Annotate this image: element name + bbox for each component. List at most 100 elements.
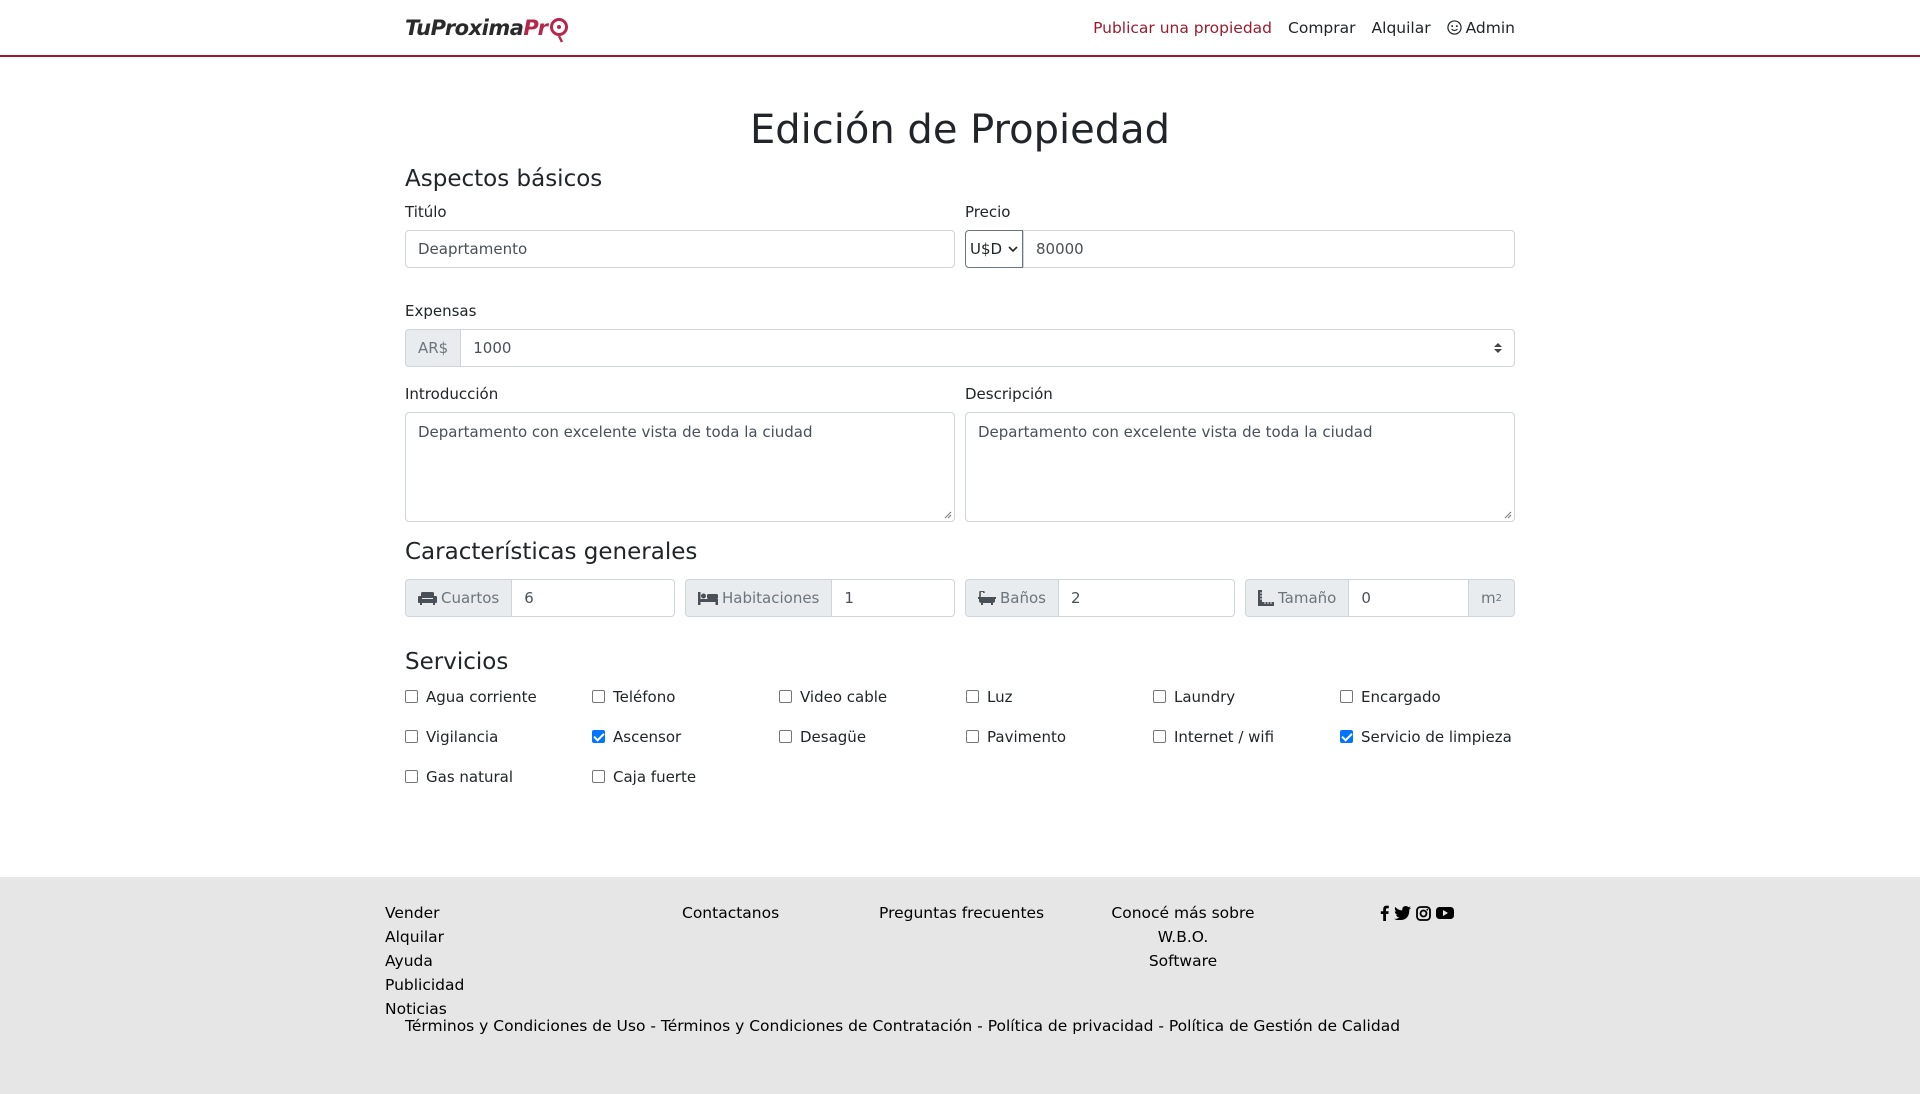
service-label: Pavimento bbox=[987, 727, 1067, 746]
checkbox[interactable] bbox=[592, 730, 605, 743]
service-checkbox-item[interactable]: Internet / wifi bbox=[1153, 726, 1340, 747]
resize-handle-icon[interactable] bbox=[1504, 511, 1512, 519]
footer-link-contactanos[interactable]: Contactanos bbox=[682, 901, 779, 925]
service-label: Ascensor bbox=[613, 727, 682, 746]
banos-input[interactable]: 2 bbox=[1057, 579, 1235, 617]
precio-label: Precio bbox=[965, 203, 1011, 221]
privacy-policy-link[interactable]: Política de privacidad bbox=[988, 1017, 1154, 1035]
bed-icon bbox=[698, 592, 718, 605]
site-logo[interactable]: TuProxima Pr bbox=[405, 16, 570, 43]
tamano-input[interactable]: 0 bbox=[1348, 579, 1469, 617]
checkbox[interactable] bbox=[592, 770, 605, 783]
legal-links: Términos y Condiciones de Uso - Términos… bbox=[405, 1017, 1515, 1035]
service-label: Desagüe bbox=[800, 727, 867, 746]
unit-addon: m2 bbox=[1469, 579, 1515, 617]
site-footer: Vender Alquilar Ayuda Publicidad Noticia… bbox=[0, 877, 1920, 1094]
footer-link-ayuda[interactable]: Ayuda bbox=[385, 949, 464, 973]
precio-input[interactable]: 80000 bbox=[1023, 230, 1515, 268]
twitter-icon[interactable] bbox=[1394, 906, 1411, 920]
expensas-value: 1000 bbox=[473, 339, 512, 357]
service-checkbox-item[interactable]: Video cable bbox=[779, 686, 966, 707]
expensas-currency-addon: AR$ bbox=[405, 329, 461, 367]
nav-alquilar-link[interactable]: Alquilar bbox=[1372, 19, 1431, 37]
smiley-icon bbox=[1446, 20, 1462, 35]
facebook-icon[interactable] bbox=[1380, 905, 1389, 921]
service-checkbox-item[interactable]: Agua corriente bbox=[405, 686, 592, 707]
service-checkbox-item[interactable]: Luz bbox=[966, 686, 1153, 707]
habitaciones-input[interactable]: 1 bbox=[831, 579, 955, 617]
footer-link-publicidad[interactable]: Publicidad bbox=[385, 973, 464, 997]
desc-textarea[interactable]: Departamento con excelente vista de toda… bbox=[965, 412, 1515, 522]
currency-selected-value: U$D bbox=[970, 240, 1003, 258]
checkbox[interactable] bbox=[1340, 730, 1353, 743]
about-line2: Software bbox=[1148, 952, 1218, 970]
service-label: Agua corriente bbox=[426, 687, 537, 706]
footer-link-alquilar[interactable]: Alquilar bbox=[385, 925, 464, 949]
main-content: Edición de Propiedad Aspectos básicos Ti… bbox=[405, 105, 1515, 787]
chevron-down-icon bbox=[1008, 246, 1018, 253]
admin-label: Admin bbox=[1465, 18, 1515, 37]
tamano-addon: Tamaño bbox=[1245, 579, 1349, 617]
service-label: Laundry bbox=[1174, 687, 1236, 706]
tamano-label: Tamaño bbox=[1278, 589, 1337, 607]
currency-select[interactable]: U$D bbox=[965, 230, 1023, 268]
unit-exponent: 2 bbox=[1495, 592, 1502, 604]
footer-link-noticias[interactable]: Noticias bbox=[385, 997, 464, 1021]
service-checkbox-item[interactable]: Pavimento bbox=[966, 726, 1153, 747]
service-checkbox-item[interactable]: Vigilancia bbox=[405, 726, 592, 747]
service-checkbox-item[interactable]: Gas natural bbox=[405, 766, 592, 787]
terms-contract-link[interactable]: Términos y Condiciones de Contratación bbox=[661, 1017, 972, 1035]
youtube-icon[interactable] bbox=[1436, 906, 1454, 920]
services-grid: Agua corriente Teléfono Video cable Luz Laun… bbox=[405, 686, 1515, 787]
checkbox[interactable] bbox=[405, 730, 418, 743]
nav-admin-link[interactable]: Admin bbox=[1446, 18, 1515, 37]
checkbox[interactable] bbox=[1153, 690, 1166, 703]
service-checkbox-item[interactable]: Desagüe bbox=[779, 726, 966, 747]
service-checkbox-item[interactable]: Teléfono bbox=[592, 686, 779, 707]
instagram-icon[interactable] bbox=[1416, 905, 1431, 921]
page-title: Edición de Propiedad bbox=[750, 107, 1170, 153]
checkbox[interactable] bbox=[779, 690, 792, 703]
quality-policy-link[interactable]: Política de Gestión de Calidad bbox=[1169, 1017, 1400, 1035]
expensas-input[interactable]: 1000 bbox=[460, 329, 1515, 367]
intro-textarea[interactable]: Departamento con excelente vista de toda… bbox=[405, 412, 955, 522]
main-nav: Publicar una propiedad Comprar Alquilar … bbox=[1093, 19, 1515, 37]
top-navbar: TuProxima Pr Publicar una propiedad Compr… bbox=[0, 0, 1920, 57]
legal-separator: - bbox=[972, 1017, 988, 1035]
cuartos-input[interactable]: 6 bbox=[511, 579, 675, 617]
number-spinner[interactable] bbox=[1494, 342, 1502, 354]
service-checkbox-item[interactable]: Laundry bbox=[1153, 686, 1340, 707]
nav-publicar-link[interactable]: Publicar una propiedad bbox=[1093, 19, 1272, 37]
footer-link-vender[interactable]: Vender bbox=[385, 901, 464, 925]
bathtub-icon bbox=[978, 591, 996, 605]
service-checkbox-item[interactable]: Caja fuerte bbox=[592, 766, 779, 787]
service-label: Encargado bbox=[1361, 687, 1441, 706]
service-label: Teléfono bbox=[613, 687, 676, 706]
checkbox[interactable] bbox=[966, 730, 979, 743]
service-label: Caja fuerte bbox=[613, 767, 697, 786]
checkbox[interactable] bbox=[592, 690, 605, 703]
intro-label: Introducción bbox=[405, 385, 499, 403]
checkbox[interactable] bbox=[966, 690, 979, 703]
section-basics-heading: Aspectos básicos bbox=[405, 166, 603, 192]
service-checkbox-item[interactable]: Servicio de limpieza bbox=[1340, 726, 1527, 747]
checkbox[interactable] bbox=[1153, 730, 1166, 743]
service-label: Video cable bbox=[800, 687, 888, 706]
checkbox[interactable] bbox=[405, 770, 418, 783]
checkbox[interactable] bbox=[1340, 690, 1353, 703]
section-services-heading: Servicios bbox=[405, 649, 509, 675]
footer-link-about[interactable]: Conocé más sobre W.B.O. Software bbox=[1090, 901, 1276, 973]
desc-label: Descripción bbox=[965, 385, 1053, 403]
checkbox[interactable] bbox=[405, 690, 418, 703]
nav-comprar-link[interactable]: Comprar bbox=[1288, 19, 1356, 37]
footer-link-faq[interactable]: Preguntas frecuentes bbox=[879, 901, 1044, 925]
checkbox[interactable] bbox=[779, 730, 792, 743]
desc-value: Departamento con excelente vista de toda… bbox=[978, 423, 1373, 441]
service-checkbox-item[interactable]: Ascensor bbox=[592, 726, 779, 747]
resize-handle-icon[interactable] bbox=[944, 511, 952, 519]
unit-base: m bbox=[1481, 589, 1496, 607]
habitaciones-label: Habitaciones bbox=[722, 589, 820, 607]
service-checkbox-item[interactable]: Encargado bbox=[1340, 686, 1527, 707]
service-label: Gas natural bbox=[426, 767, 514, 786]
titulo-input[interactable]: Deaprtamento bbox=[405, 230, 955, 268]
